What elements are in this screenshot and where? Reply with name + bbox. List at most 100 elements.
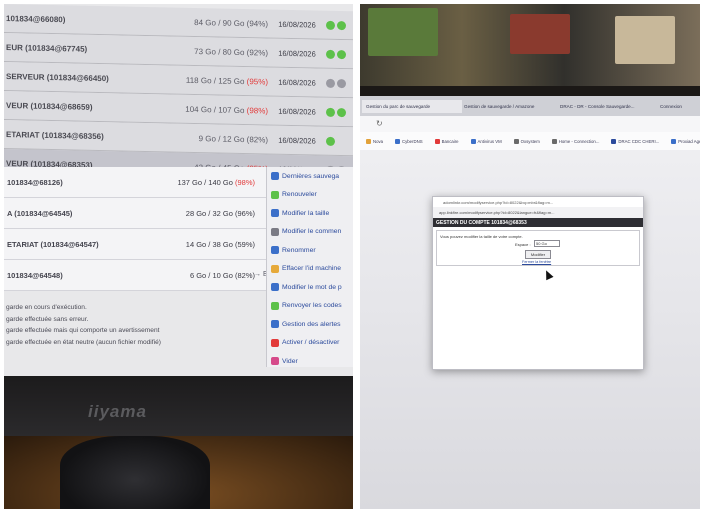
account-name: 101834@66080): [6, 13, 66, 24]
menu-item[interactable]: Gestion des alertes: [267, 315, 353, 334]
left-photo: 101834@66080) 84 Go / 90 Go (94%) 16/08/20…: [4, 4, 353, 509]
browser-tab-bar: Gestion du parc de sauvegarde Gestion de …: [360, 96, 700, 116]
list-item[interactable]: A (101834@64545) 28 Go / 32 Go (96%): [4, 198, 266, 229]
menu-item-label: Renvoyer les codes: [282, 302, 342, 310]
menu-item-label: Renommer: [282, 246, 316, 254]
browser-nav-bar: ↻: [360, 116, 700, 132]
menu-item-label: Modifier le commen: [282, 228, 342, 236]
list-item[interactable]: ETARIAT (101834@64547) 14 Go / 38 Go (59%…: [4, 229, 266, 260]
browser-tab[interactable]: Gestion de sauvegarde / Amazone: [460, 100, 558, 113]
menu-item-icon: [271, 227, 279, 236]
menu-item[interactable]: Vider: [267, 352, 353, 371]
menu-item[interactable]: Renommer: [267, 241, 353, 260]
space-percent-warning: (95%): [246, 76, 268, 87]
menu-item-label: Vider: [282, 357, 298, 365]
menu-item[interactable]: Modifier le commen: [267, 223, 353, 242]
space-value: 137 Go / 140 Go: [177, 177, 235, 187]
close-window-link[interactable]: Fermer la fenêtre: [522, 260, 551, 264]
status-dot-icon: [337, 78, 346, 88]
status-dot-icon: [337, 49, 346, 59]
account-name: 101834@68126): [7, 177, 63, 187]
legend-line: garde effectuée en état neutre (aucun fi…: [6, 338, 161, 346]
account-space: 84 Go / 90 Go (94%): [156, 17, 268, 28]
space-percent-warning: (98%): [246, 105, 268, 116]
bookmark-item[interactable]: Nova: [360, 138, 389, 144]
menu-item-icon: [271, 301, 279, 310]
status-icons: [326, 20, 346, 30]
list-item[interactable]: 101834@68126) 137 Go / 140 Go (98%): [4, 167, 266, 198]
browser-tab[interactable]: Connexion: [656, 100, 700, 113]
space-select[interactable]: 50 Go: [534, 240, 560, 247]
account-name: 101834@64548): [7, 270, 63, 280]
accounts-table: 101834@66080) 84 Go / 90 Go (94%) 16/08/20…: [4, 4, 353, 186]
space-percent-warning: (98%): [234, 177, 255, 187]
menu-item[interactable]: Renvoyer les codes: [267, 297, 353, 316]
space-value: 118 Go / 125 Go: [185, 75, 247, 86]
space-value: 6 Go / 10 Go (82%): [189, 270, 255, 280]
legend-line: garde effectuée mais qui comporte un ave…: [6, 327, 160, 334]
wall-poster: [368, 8, 438, 56]
menu-item-icon: [271, 190, 279, 199]
menu-item-label: Activer / désactiver: [282, 339, 340, 347]
bookmark-icon: [434, 138, 440, 144]
browser-tab[interactable]: DRAC - DR - Console Sauvegarde...: [556, 100, 658, 113]
account-popup-window: adomlinkr.com/modifyservice.php?id=8022&…: [432, 196, 644, 370]
context-menu: Dernières sauvega Renouveler Modifier la t…: [266, 167, 353, 376]
popup-url-bar: app.linkfire.com/modifyservice.php?id=80…: [433, 207, 643, 218]
account-space: 118 Go / 125 Go (95%): [156, 75, 268, 86]
monitor-bezel: [4, 376, 353, 436]
popup-intro-text: Vous pouvez modifier la taille de votre …: [440, 234, 523, 239]
menu-item[interactable]: Renouveler: [267, 186, 353, 205]
backup-date: 16/08/2026: [278, 77, 316, 88]
reload-icon[interactable]: ↻: [376, 119, 383, 128]
monitor-brand-logo: iiyama: [88, 402, 147, 421]
menu-item[interactable]: Dernières sauvega: [267, 167, 353, 186]
modify-button[interactable]: Modifier: [525, 250, 551, 259]
account-space: 9 Go / 12 Go (82%): [156, 133, 268, 144]
status-dot-icon: [326, 136, 335, 146]
menu-item[interactable]: Modifier le mot de p: [267, 278, 353, 297]
backup-date: 16/08/2026: [278, 106, 316, 117]
menu-item-label: Effacer l'id machine: [282, 265, 341, 273]
bookmark-item[interactable]: DRAC CDC CHERI...: [605, 138, 665, 144]
bookmark-item[interactable]: CyberDNS: [389, 138, 429, 144]
status-dot-icon: [337, 107, 346, 117]
account-name: VEUR (101834@68659): [6, 100, 93, 112]
browser-screen: Gestion du parc de sauvegarde Gestion de …: [360, 96, 700, 509]
bookmark-item[interactable]: Oxsystem: [508, 138, 546, 144]
bookmark-item[interactable]: Proxiad Agence: [665, 138, 700, 144]
menu-item-icon: [271, 283, 279, 292]
bookmark-label: Proxiad Agence: [678, 138, 700, 144]
menu-item[interactable]: Effacer l'id machine: [267, 260, 353, 279]
status-dot-icon: [337, 20, 346, 30]
right-photo: Gestion du parc de sauvegarde Gestion de …: [360, 4, 700, 509]
browser-tab[interactable]: Gestion du parc de sauvegarde: [362, 100, 462, 113]
menu-item[interactable]: Modifier la taille: [267, 204, 353, 223]
menu-item[interactable]: Activer / désactiver: [267, 334, 353, 353]
space-value: 73 Go / 80 Go (92%): [194, 46, 268, 58]
bookmark-icon: [395, 138, 401, 144]
account-space: 104 Go / 107 Go (98%): [156, 104, 268, 115]
menu-item-icon: [271, 264, 279, 273]
popup-titlebar: adomlinkr.com/modifyservice.php?id=8022&…: [443, 199, 554, 205]
space-value: 28 Go / 32 Go (96%): [185, 208, 255, 218]
bookmark-item[interactable]: Home - Connection...: [546, 138, 606, 144]
status-legend: garde en cours d'exécution. garde effectu…: [4, 302, 266, 348]
popup-body: Vous pouvez modifier la taille de votre …: [436, 230, 640, 266]
list-item[interactable]: 101834@64548) 6 Go / 10 Go (82%): [4, 260, 266, 291]
status-dot-icon: [326, 49, 335, 59]
bookmark-item[interactable]: Antivirus VM: [465, 138, 508, 144]
legend-line: garde effectuée sans erreur.: [6, 315, 89, 323]
bookmark-label: Bancaire: [441, 138, 459, 144]
account-name: SERVEUR (101834@66450): [6, 71, 109, 83]
account-space: 73 Go / 80 Go (92%): [156, 46, 268, 57]
backup-date: 16/08/2026: [278, 135, 316, 146]
status-dot-icon: [326, 78, 335, 88]
space-value: 104 Go / 107 Go: [185, 104, 247, 115]
account-name: ETARIAT (101834@64547): [7, 239, 99, 249]
bookmark-icon: [470, 138, 476, 144]
bookmark-label: Antivirus VM: [477, 138, 502, 144]
bookmark-item[interactable]: Bancaire: [429, 138, 465, 144]
backup-date: 16/08/2026: [278, 19, 316, 30]
space-value: 14 Go / 38 Go (59%): [185, 239, 255, 249]
